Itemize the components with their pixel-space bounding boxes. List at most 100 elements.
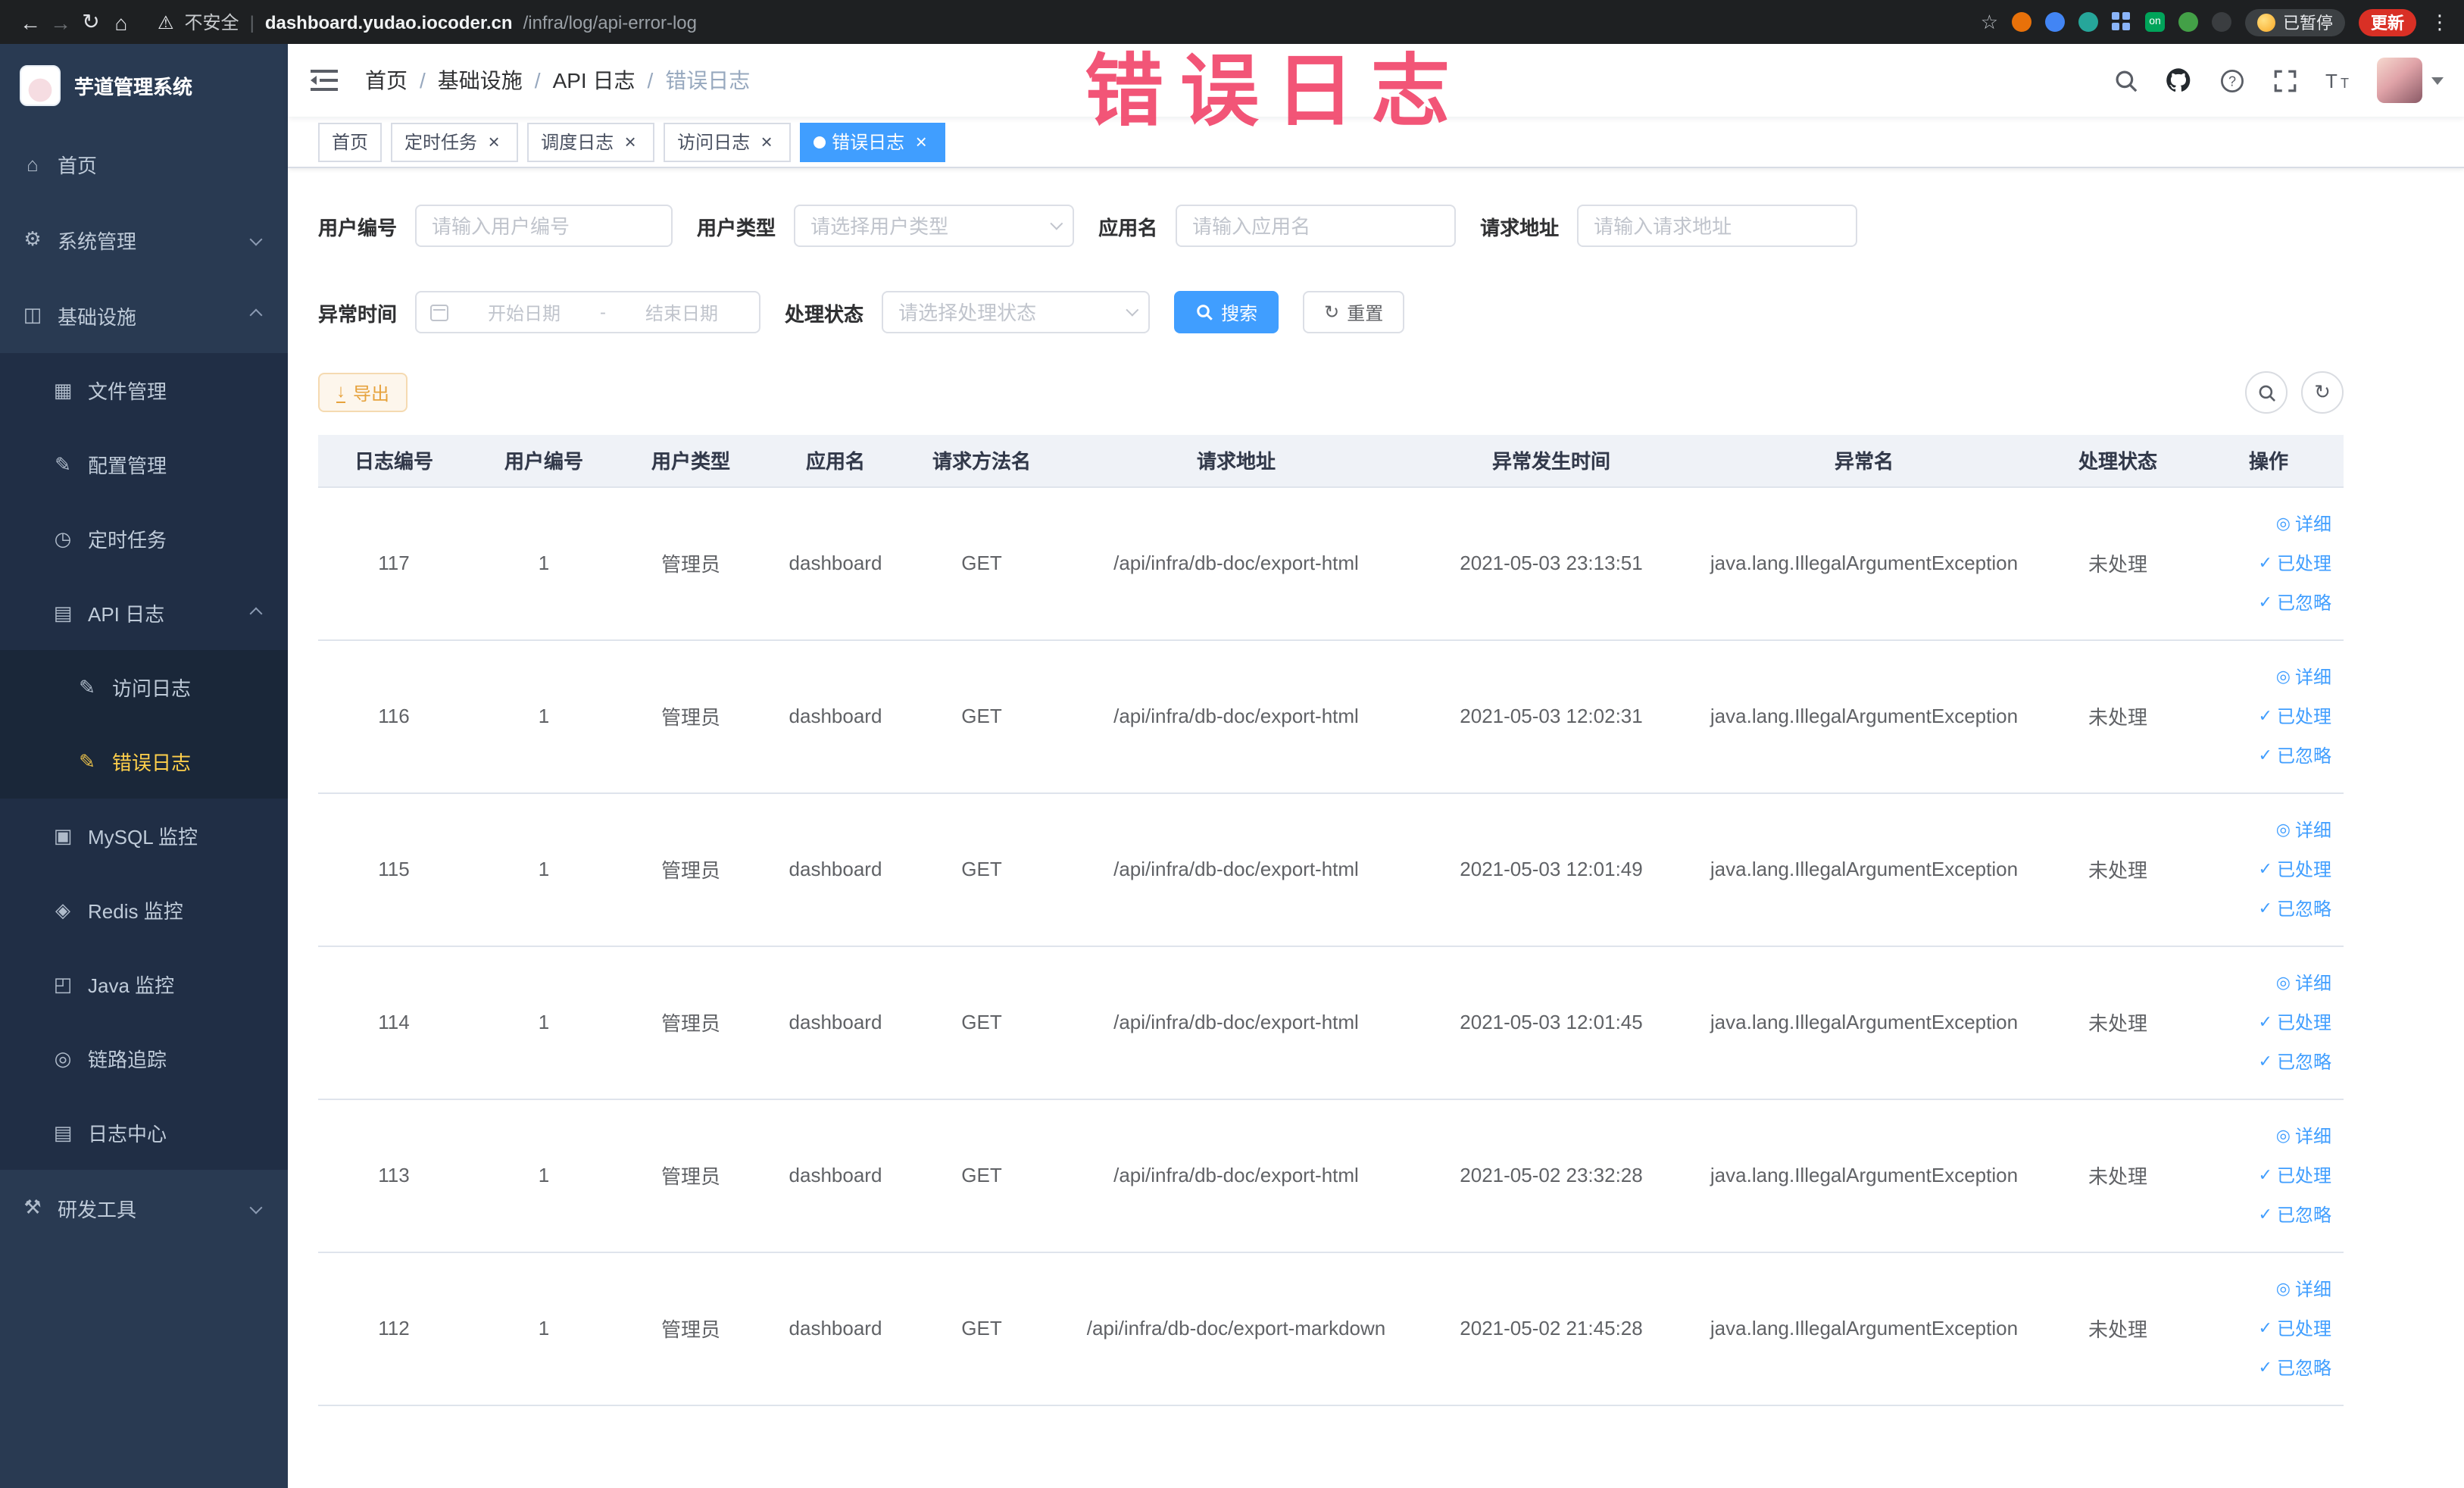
- tab-调度日志[interactable]: 调度日志 ×: [527, 122, 655, 161]
- tab-label: 访问日志: [677, 132, 751, 153]
- reload-icon[interactable]: ↻: [76, 9, 106, 35]
- sidebar-item-9[interactable]: ✎ 错误日志: [0, 724, 288, 799]
- request-url-label: 请求地址: [1480, 216, 1560, 239]
- cell-method: GET: [907, 792, 1056, 946]
- close-icon[interactable]: ×: [620, 131, 641, 152]
- tab-错误日志[interactable]: 错误日志 ×: [800, 122, 946, 161]
- tab-首页[interactable]: 首页: [318, 122, 383, 161]
- sidebar-item-8[interactable]: ✎ 访问日志: [0, 650, 288, 724]
- devtools-icon: ⚒: [23, 1196, 42, 1218]
- action-ignored[interactable]: ✓ 已忽略: [2200, 1195, 2331, 1234]
- reset-button[interactable]: ↻ 重置: [1303, 291, 1405, 333]
- extension-icon-paw[interactable]: [2212, 12, 2231, 32]
- breadcrumb-item[interactable]: 首页: [365, 65, 408, 95]
- action-detail[interactable]: ◎ 详细: [2200, 504, 2331, 543]
- browser-menu-icon[interactable]: ⋮: [2430, 10, 2450, 34]
- sidebar-item-2[interactable]: ⚙ 系统管理: [0, 202, 288, 277]
- user-menu[interactable]: [2377, 58, 2444, 103]
- action-processed[interactable]: ✓ 已处理: [2200, 543, 2331, 583]
- sidebar-item-11[interactable]: ◈ Redis 监控: [0, 873, 288, 947]
- sidebar: 芋道管理系统 ⌂ 首页 ⚙ 系统管理 ◫ 基础设施 ▦ 文件管理 ✎ 配置管理 ◷ 定时任务 ▤ API …: [0, 44, 288, 1488]
- export-button[interactable]: ↓ 导出: [318, 373, 408, 412]
- extension-icon-on[interactable]: on: [2145, 12, 2165, 32]
- sidebar-item-12[interactable]: ◰ Java 监控: [0, 947, 288, 1021]
- bookmark-star-icon[interactable]: ☆: [1981, 10, 1998, 34]
- action-processed[interactable]: ✓ 已处理: [2200, 1308, 2331, 1348]
- extension-icon-teal[interactable]: [2078, 12, 2098, 32]
- breadcrumb-item[interactable]: 基础设施: [438, 65, 523, 95]
- tab-访问日志[interactable]: 访问日志 ×: [664, 122, 792, 161]
- java-icon: ◰: [53, 972, 73, 995]
- help-icon[interactable]: ?: [2218, 67, 2245, 94]
- close-icon[interactable]: ×: [910, 131, 932, 152]
- github-icon[interactable]: [2165, 67, 2192, 94]
- user-type-select-input[interactable]: [794, 205, 1075, 247]
- sidebar-item-3[interactable]: ◫ 基础设施: [0, 277, 288, 353]
- extension-icon-leaf[interactable]: [2178, 12, 2198, 32]
- action-ignored[interactable]: ✓ 已忽略: [2200, 1348, 2331, 1387]
- action-ignored[interactable]: ✓ 已忽略: [2200, 889, 2331, 928]
- action-processed[interactable]: ✓ 已处理: [2200, 696, 2331, 736]
- user-type-select[interactable]: [794, 205, 1075, 247]
- action-ignored[interactable]: ✓ 已忽略: [2200, 1042, 2331, 1081]
- sidebar-item-6[interactable]: ◷ 定时任务: [0, 502, 288, 576]
- status-select-input[interactable]: [882, 291, 1151, 333]
- user-id-input[interactable]: [415, 205, 673, 247]
- sidebar-item-7[interactable]: ▤ API 日志: [0, 576, 288, 650]
- exception-time-label: 异常时间: [318, 302, 398, 325]
- cell-status: 未处理: [2042, 946, 2194, 1099]
- cell-exception: java.lang.IllegalArgumentException: [1686, 1099, 2042, 1252]
- reset-button-label: 重置: [1347, 302, 1384, 324]
- action-processed[interactable]: ✓ 已处理: [2200, 1002, 2331, 1042]
- caret-down-icon: [2431, 77, 2444, 84]
- action-detail[interactable]: ◎ 详细: [2200, 963, 2331, 1002]
- sidebar-item-15[interactable]: ⚒ 研发工具: [0, 1170, 288, 1246]
- sidebar-item-1[interactable]: ⌂ 首页: [0, 126, 288, 202]
- action-processed[interactable]: ✓ 已处理: [2200, 1155, 2331, 1195]
- sidebar-item-5[interactable]: ✎ 配置管理: [0, 427, 288, 502]
- action-detail[interactable]: ◎ 详细: [2200, 1116, 2331, 1155]
- refresh-table-button[interactable]: ↻: [2301, 371, 2344, 414]
- timer-icon: ◷: [54, 527, 72, 549]
- search-icon[interactable]: [2112, 67, 2139, 94]
- action-detail[interactable]: ◎ 详细: [2200, 657, 2331, 696]
- app-name-input[interactable]: [1176, 205, 1457, 247]
- paused-badge[interactable]: 已暂停: [2245, 8, 2345, 36]
- request-url-input[interactable]: [1577, 205, 1858, 247]
- action-ignored[interactable]: ✓ 已忽略: [2200, 736, 2331, 775]
- toggle-search-button[interactable]: [2245, 371, 2288, 414]
- extension-icon-orange[interactable]: [2012, 12, 2031, 32]
- sidebar-item-10[interactable]: ▣ MySQL 监控: [0, 799, 288, 873]
- home-icon[interactable]: ⌂: [106, 10, 136, 34]
- action-detail[interactable]: ◎ 详细: [2200, 1269, 2331, 1308]
- sidebar-item-4[interactable]: ▦ 文件管理: [0, 353, 288, 427]
- action-label: 已处理: [2276, 1011, 2331, 1033]
- extension-icon-blue[interactable]: [2045, 12, 2065, 32]
- action-processed[interactable]: ✓ 已处理: [2200, 849, 2331, 889]
- action-ignored[interactable]: ✓ 已忽略: [2200, 583, 2331, 622]
- back-icon[interactable]: ←: [15, 10, 45, 34]
- app-logo[interactable]: 芋道管理系统: [0, 44, 288, 126]
- font-size-icon[interactable]: TT: [2324, 67, 2351, 94]
- status-label: 处理状态: [785, 302, 864, 325]
- close-icon[interactable]: ×: [483, 131, 504, 152]
- sidebar-collapse-icon[interactable]: [311, 65, 341, 95]
- status-select[interactable]: [882, 291, 1151, 333]
- action-detail[interactable]: ◎ 详细: [2200, 810, 2331, 849]
- forward-icon[interactable]: →: [45, 10, 76, 34]
- search-button[interactable]: 搜索: [1174, 291, 1279, 333]
- view-icon: ◎: [2275, 667, 2291, 686]
- fullscreen-icon[interactable]: [2271, 67, 2298, 94]
- breadcrumb-item[interactable]: API 日志: [553, 65, 636, 95]
- date-range-picker[interactable]: 开始日期 - 结束日期: [415, 291, 761, 333]
- sidebar-item-13[interactable]: ◎ 链路追踪: [0, 1021, 288, 1096]
- check-icon: ✓: [2258, 1052, 2272, 1071]
- close-icon[interactable]: ×: [756, 131, 777, 152]
- action-label: 已忽略: [2276, 1357, 2331, 1378]
- tab-定时任务[interactable]: 定时任务 ×: [391, 122, 519, 161]
- update-button[interactable]: 更新: [2359, 8, 2416, 36]
- extension-icon-grid[interactable]: [2112, 12, 2131, 32]
- sidebar-item-14[interactable]: ▤ 日志中心: [0, 1096, 288, 1170]
- action-label: 详细: [2294, 1125, 2331, 1146]
- address-bar[interactable]: ⚠ 不安全 | dashboard.yudao.iocoder.cn/infra…: [158, 9, 697, 35]
